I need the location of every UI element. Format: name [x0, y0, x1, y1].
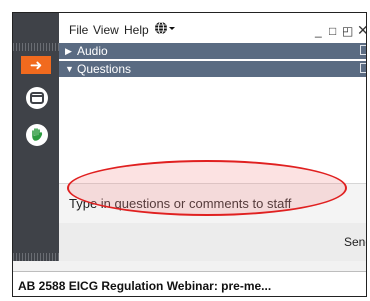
menu-bar: File View Help _ □ ◰ — [59, 13, 366, 43]
globe-icon — [155, 21, 175, 35]
toolbar-grip-bottom[interactable] — [13, 253, 59, 261]
menu-help[interactable]: Help — [124, 23, 149, 37]
gotowebinar-panel: File View Help _ □ ◰ ▶ Audio ▼ Questions… — [59, 13, 366, 296]
popout-icon[interactable] — [360, 45, 366, 55]
webinar-footer: AB 2588 EICG Regulation Webinar: pre-me.… — [13, 271, 366, 296]
toolbar-grip-top[interactable] — [13, 43, 59, 51]
raise-hand-button[interactable] — [26, 124, 48, 146]
send-row: Send — [59, 223, 366, 261]
menu-view[interactable]: View — [93, 23, 119, 37]
webinar-window: ➜ File View Help _ □ ◰ ▶ Audio ▼ Questio… — [12, 12, 367, 297]
restore-icon: □ — [329, 24, 337, 38]
restore-button[interactable]: □ — [329, 24, 336, 38]
raise-hand-icon — [29, 127, 45, 143]
language-menu[interactable] — [154, 21, 176, 38]
audio-section-label: Audio — [77, 44, 108, 58]
popout-icon: ◰ — [342, 24, 354, 38]
screen-icon — [30, 92, 44, 104]
send-button[interactable]: Send — [344, 235, 366, 249]
arrow-right-icon: ➜ — [29, 57, 43, 74]
questions-section-header[interactable]: ▼ Questions — [59, 61, 366, 77]
minimize-button[interactable]: _ — [315, 24, 322, 38]
highlight-annotation — [67, 160, 347, 216]
webinar-title: AB 2588 EICG Regulation Webinar: pre-me.… — [18, 279, 272, 293]
audio-section-header[interactable]: ▶ Audio — [59, 43, 366, 59]
collapse-icon: ▼ — [65, 64, 74, 74]
menu-file[interactable]: File — [69, 23, 88, 37]
collapse-panel-button[interactable]: ➜ — [21, 56, 51, 74]
expand-icon: ▶ — [65, 46, 72, 56]
popout-button[interactable]: ◰ — [342, 24, 353, 38]
close-button[interactable]: ✕ — [357, 22, 366, 39]
popout-icon[interactable] — [360, 63, 366, 73]
panel-divider — [13, 261, 366, 271]
minimize-icon: _ — [315, 24, 322, 38]
close-icon: ✕ — [357, 22, 366, 38]
screen-button[interactable] — [26, 87, 48, 109]
control-toolbar: ➜ — [13, 13, 59, 261]
questions-section-label: Questions — [77, 62, 132, 76]
